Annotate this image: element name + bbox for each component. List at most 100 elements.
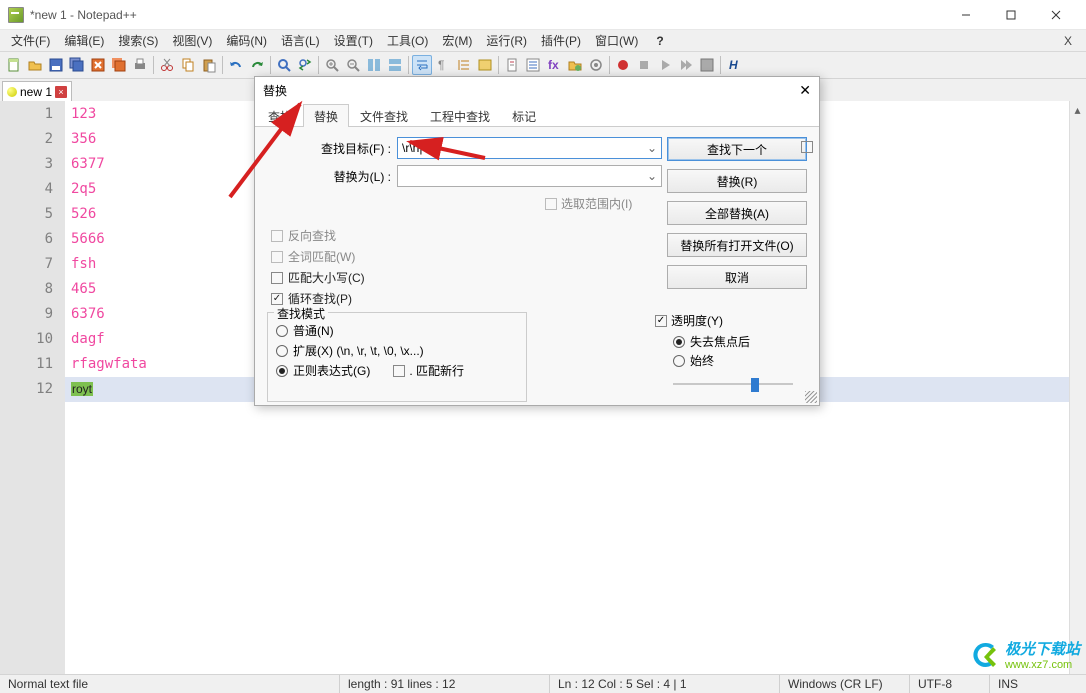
replace-button[interactable]: 替换(R) <box>667 169 807 193</box>
replace-icon[interactable] <box>295 55 315 75</box>
minimize-button[interactable] <box>943 1 988 29</box>
cancel-button[interactable]: 取消 <box>667 265 807 289</box>
function-list-icon[interactable]: fx <box>544 55 564 75</box>
tab-mark[interactable]: 标记 <box>501 104 547 127</box>
show-all-chars-icon[interactable]: ¶ <box>433 55 453 75</box>
extra-checkbox[interactable] <box>801 141 813 153</box>
play-multi-icon[interactable] <box>676 55 696 75</box>
radio-checked-icon[interactable] <box>276 365 288 377</box>
menu-window[interactable]: 窗口(W) <box>588 30 645 51</box>
save-icon[interactable] <box>46 55 66 75</box>
checkbox-checked-icon[interactable]: ✓ <box>271 293 283 305</box>
doc-list-icon[interactable] <box>523 55 543 75</box>
chevron-down-icon[interactable]: ⌄ <box>647 169 657 183</box>
radio-icon[interactable] <box>673 355 685 367</box>
menu-encoding[interactable]: 编码(N) <box>219 30 274 51</box>
doc-map-icon[interactable] <box>502 55 522 75</box>
radio-checked-icon[interactable] <box>673 336 685 348</box>
checkbox-icon[interactable] <box>393 365 405 377</box>
mode-normal-radio[interactable]: 普通(N) <box>276 322 518 339</box>
radio-icon[interactable] <box>276 345 288 357</box>
lang-icon[interactable] <box>475 55 495 75</box>
stop-icon[interactable] <box>634 55 654 75</box>
tab-find-in-project[interactable]: 工程中查找 <box>419 104 501 127</box>
transparency-group: ✓透明度(Y) 失去焦点后 始终 <box>655 312 805 402</box>
sync-h-icon[interactable] <box>385 55 405 75</box>
open-file-icon[interactable] <box>25 55 45 75</box>
dialog-titlebar[interactable]: 替换 ✕ <box>255 77 819 103</box>
replace-dialog: 替换 ✕ 查找 替换 文件查找 工程中查找 标记 查找目标(F) : \r\n|… <box>254 76 820 406</box>
dialog-close-button[interactable]: ✕ <box>799 82 811 99</box>
redo-icon[interactable] <box>247 55 267 75</box>
checkbox-checked-icon[interactable]: ✓ <box>655 315 667 327</box>
undo-icon[interactable] <box>226 55 246 75</box>
replace-all-button[interactable]: 全部替换(A) <box>667 201 807 225</box>
record-icon[interactable] <box>613 55 633 75</box>
checkbox-icon[interactable] <box>271 272 283 284</box>
trans-always-radio[interactable]: 始终 <box>673 352 805 369</box>
save-all-icon[interactable] <box>67 55 87 75</box>
replace-all-open-button[interactable]: 替换所有打开文件(O) <box>667 233 807 257</box>
menu-macro[interactable]: 宏(M) <box>435 30 479 51</box>
dialog-title: 替换 <box>263 82 287 99</box>
print-icon[interactable] <box>130 55 150 75</box>
new-file-icon[interactable] <box>4 55 24 75</box>
doc-tab-close-icon[interactable]: × <box>55 86 67 98</box>
radio-icon[interactable] <box>276 325 288 337</box>
menu-help[interactable]: ? <box>649 32 670 50</box>
bold-h-icon[interactable]: H <box>724 55 744 75</box>
paste-icon[interactable] <box>199 55 219 75</box>
menu-tools[interactable]: 工具(O) <box>380 30 435 51</box>
menu-close-doc[interactable]: X <box>1054 32 1082 50</box>
copy-icon[interactable] <box>178 55 198 75</box>
search-mode-legend: 查找模式 <box>274 305 328 322</box>
menu-view[interactable]: 视图(V) <box>165 30 219 51</box>
tab-find-in-files[interactable]: 文件查找 <box>349 104 419 127</box>
menu-language[interactable]: 语言(L) <box>274 30 327 51</box>
zoom-in-icon[interactable] <box>322 55 342 75</box>
vertical-scrollbar[interactable]: ▴ <box>1069 101 1086 674</box>
match-newline-checkbox[interactable]: . 匹配新行 <box>393 362 464 379</box>
zoom-out-icon[interactable] <box>343 55 363 75</box>
chevron-down-icon[interactable]: ⌄ <box>647 141 657 155</box>
play-icon[interactable] <box>655 55 675 75</box>
cut-icon[interactable] <box>157 55 177 75</box>
close-icon[interactable] <box>88 55 108 75</box>
find-next-button[interactable]: 查找下一个 <box>667 137 807 161</box>
watermark-brand: 极光下载站 <box>1005 638 1080 659</box>
mode-extended-radio[interactable]: 扩展(X) (\n, \r, \t, \0, \x...) <box>276 342 518 359</box>
indent-guide-icon[interactable] <box>454 55 474 75</box>
find-what-input[interactable]: \r\n|⌄ <box>397 137 662 159</box>
matchcase-checkbox[interactable]: 匹配大小写(C) <box>271 269 365 286</box>
wordwrap-icon[interactable] <box>412 55 432 75</box>
status-eol[interactable]: Windows (CR LF) <box>780 675 910 693</box>
tab-find[interactable]: 查找 <box>257 104 303 127</box>
scroll-up-icon[interactable]: ▴ <box>1070 101 1085 118</box>
transparency-checkbox[interactable]: ✓透明度(Y) <box>655 312 805 329</box>
window-close-button[interactable] <box>1033 1 1078 29</box>
replace-with-input[interactable]: ⌄ <box>397 165 662 187</box>
menu-plugins[interactable]: 插件(P) <box>534 30 588 51</box>
transparency-slider[interactable] <box>673 375 793 393</box>
mode-regex-radio[interactable]: 正则表达式(G) . 匹配新行 <box>276 362 518 379</box>
resize-grip-icon[interactable] <box>805 391 817 403</box>
tab-replace[interactable]: 替换 <box>303 104 349 127</box>
window-title: *new 1 - Notepad++ <box>30 8 137 22</box>
find-icon[interactable] <box>274 55 294 75</box>
status-insert-mode[interactable]: INS <box>990 675 1026 693</box>
selection-highlight: royt <box>71 382 93 396</box>
close-all-icon[interactable] <box>109 55 129 75</box>
menu-edit[interactable]: 编辑(E) <box>57 30 111 51</box>
trans-onlose-radio[interactable]: 失去焦点后 <box>673 333 805 350</box>
save-macro-icon[interactable] <box>697 55 717 75</box>
menu-file[interactable]: 文件(F) <box>4 30 57 51</box>
folder-workspace-icon[interactable] <box>565 55 585 75</box>
sync-v-icon[interactable] <box>364 55 384 75</box>
menu-search[interactable]: 搜索(S) <box>111 30 165 51</box>
monitor-icon[interactable] <box>586 55 606 75</box>
menu-run[interactable]: 运行(R) <box>479 30 534 51</box>
document-tab[interactable]: new 1 × <box>2 81 72 101</box>
menu-settings[interactable]: 设置(T) <box>327 30 380 51</box>
status-encoding[interactable]: UTF-8 <box>910 675 990 693</box>
maximize-button[interactable] <box>988 1 1033 29</box>
